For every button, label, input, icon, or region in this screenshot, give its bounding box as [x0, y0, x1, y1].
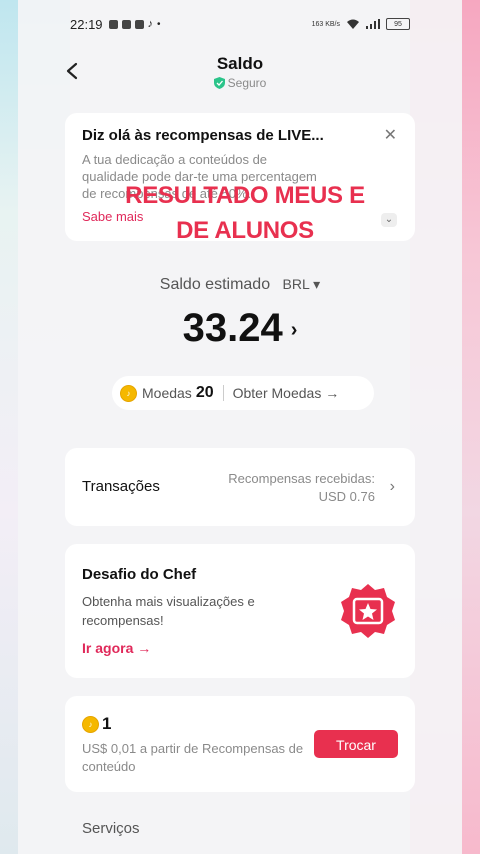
balance-value: 33.24 — [182, 306, 283, 350]
net-speed: 163 KB/s — [311, 20, 340, 28]
go-now-link[interactable]: Ir agora → — [82, 640, 151, 656]
star-badge-icon — [341, 584, 395, 638]
overlay-line-2: DE ALUNOS — [176, 217, 314, 244]
balance-label-row[interactable]: Saldo estimado BRL ▾ — [0, 276, 480, 294]
coins-label: Moedas — [142, 385, 192, 401]
tiktok-icon: ♪ — [147, 18, 154, 30]
coins-bar[interactable]: ♪ Moedas 20 Obter Moedas → — [112, 376, 374, 410]
chevron-right-icon: › — [290, 318, 298, 341]
balance-label: Saldo estimado — [159, 276, 271, 293]
overlay-line-1: RESULTADO MEUS E — [125, 182, 365, 209]
chef-challenge-card[interactable]: Desafio do Chef Obtenha mais visualizaçõ… — [65, 544, 415, 678]
secure-indicator: Seguro — [0, 76, 480, 90]
page-title: Saldo — [216, 54, 264, 73]
chef-title: Desafio do Chef — [82, 566, 197, 583]
coin-icon: ♪ — [120, 384, 137, 402]
status-bar: 22:19 ♪ • 163 KB/s 95 — [70, 0, 410, 48]
coin-rewards-card: ♪ 1 US$ 0,01 a partir de Recompensas de … — [65, 696, 415, 792]
battery-level: 95 — [394, 20, 402, 28]
balance-value-row[interactable]: 33.24 › — [0, 306, 480, 351]
currency-selector[interactable]: BRL ▾ — [283, 276, 321, 292]
coin-text: US$ 0,01 a partir de Recompensas de cont… — [82, 741, 304, 774]
transactions-label: Transações — [82, 478, 160, 495]
services-heading: Serviços — [82, 820, 140, 837]
whatsapp-icon — [108, 19, 118, 29]
chevron-right-icon: › — [389, 478, 395, 495]
dot-icon: • — [157, 18, 161, 30]
notification-icons: ♪ • — [108, 18, 161, 30]
signal-icon — [366, 19, 380, 29]
status-right: 163 KB/s 95 — [312, 18, 410, 30]
coin-value-row: ♪ 1 — [82, 714, 111, 734]
status-time: 22:19 — [70, 16, 103, 32]
chat-icon — [121, 19, 131, 29]
app-icon — [134, 19, 144, 29]
battery-icon: 95 — [386, 18, 410, 30]
get-coins-link[interactable]: Obter Moedas → — [233, 385, 340, 401]
transactions-card[interactable]: Transações Recompensas recebidas: USD 0.… — [65, 448, 415, 526]
coin-icon: ♪ — [82, 715, 99, 733]
rewards-received: Recompensas recebidas: USD 0.76 — [228, 470, 375, 506]
rewards-amount: USD 0.76 — [318, 489, 375, 504]
overlay-caption: RESULTADO MEUS E DE ALUNOS — [100, 178, 390, 248]
shield-icon — [213, 77, 225, 89]
divider — [222, 385, 224, 401]
wifi-icon — [347, 19, 359, 29]
rewards-label: Recompensas recebidas: — [228, 471, 375, 486]
coin-value: 1 — [102, 714, 112, 733]
coins-count: 20 — [195, 384, 214, 401]
close-icon[interactable]: ✕ — [384, 125, 397, 145]
caret-down-icon: ▾ — [313, 276, 321, 292]
secure-label: Seguro — [227, 76, 267, 90]
promo-title: Diz olá às recompensas de LIVE... — [82, 127, 324, 144]
chef-text: Obtenha mais visualizações e recompensas… — [82, 594, 255, 628]
currency-code: BRL — [282, 276, 310, 292]
exchange-button[interactable]: Trocar — [314, 730, 398, 758]
